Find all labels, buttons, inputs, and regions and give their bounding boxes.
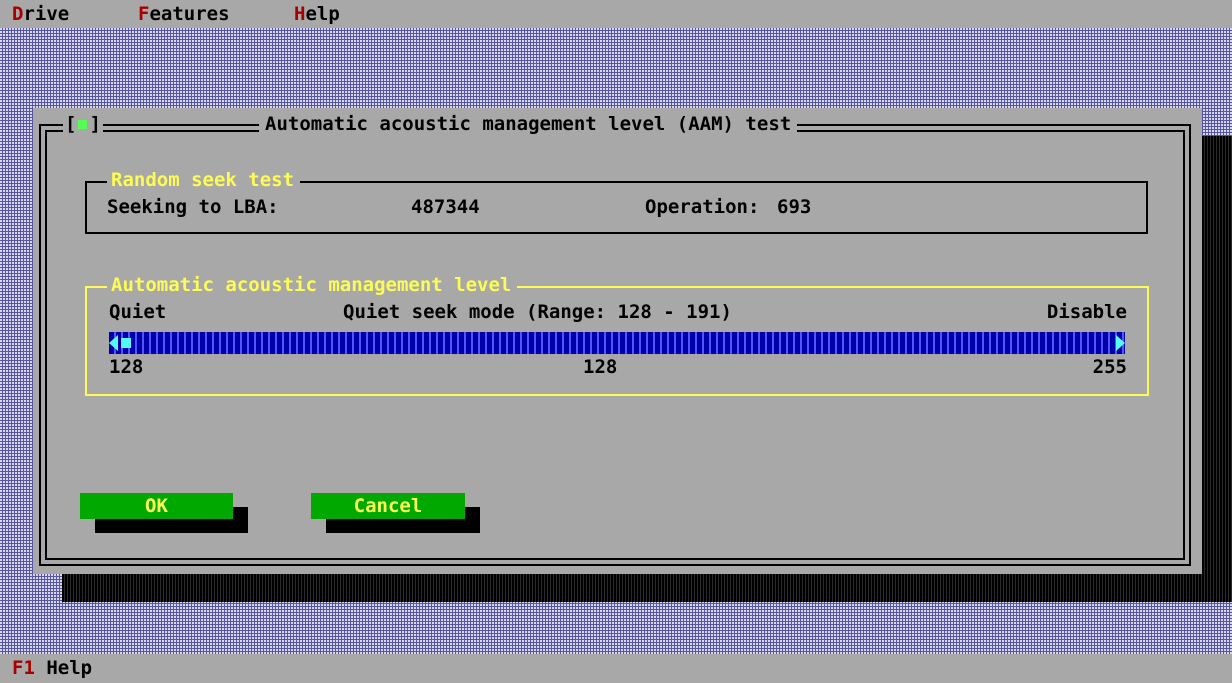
aam-level-slider[interactable]	[109, 332, 1125, 354]
menu-features[interactable]: Features	[138, 3, 230, 25]
aam-test-dialog: [] Automatic acoustic management level (…	[33, 108, 1202, 574]
slider-right-arrow-icon[interactable]	[1116, 335, 1125, 351]
menu-bar: Drive Features Help	[0, 0, 1232, 28]
slider-left-arrow-icon[interactable]	[109, 335, 118, 351]
menu-drive-label: rive	[23, 3, 70, 25]
status-bar: F1 Help	[0, 654, 1232, 683]
menu-drive[interactable]: Drive	[12, 3, 69, 25]
dialog-shadow-bottom	[62, 574, 1232, 602]
slider-thumb[interactable]	[121, 338, 131, 348]
random-seek-group-label: Random seek test	[107, 169, 301, 191]
ok-button[interactable]: OK	[80, 493, 233, 519]
operation-value: 693	[777, 196, 812, 218]
status-help-label: Help	[46, 657, 93, 679]
aam-level-group-label: Automatic acoustic management level	[107, 274, 518, 296]
dialog-close-button[interactable]: []	[63, 113, 103, 135]
operation-label: Operation:	[645, 196, 760, 218]
random-seek-group: Random seek test Seeking to LBA: 487344 …	[85, 169, 1148, 234]
menu-drive-hotkey: D	[12, 3, 24, 25]
aam-level-group: Automatic acoustic management level Quie…	[85, 274, 1149, 396]
close-box-open: [	[65, 113, 77, 135]
seeking-lba-label: Seeking to LBA:	[107, 196, 279, 218]
aam-mode-label: Quiet seek mode (Range: 128 - 191)	[343, 301, 732, 323]
slider-max-value: 255	[1092, 356, 1127, 378]
menu-features-hotkey: F	[138, 3, 150, 25]
dialog-shadow-right	[1202, 136, 1232, 602]
menu-features-label: eatures	[149, 3, 230, 25]
slider-min-value: 128	[109, 356, 144, 378]
slider-current-value: 128	[583, 356, 618, 378]
menu-help[interactable]: Help	[294, 3, 340, 25]
close-icon	[78, 120, 88, 129]
seeking-lba-value: 487344	[411, 196, 480, 218]
close-box-close: ]	[89, 113, 101, 135]
status-help-hotkey: F1	[12, 657, 35, 679]
dialog-title: Automatic acoustic management level (AAM…	[259, 113, 798, 135]
menu-help-label: elp	[305, 3, 340, 25]
disable-label: Disable	[1046, 301, 1127, 323]
cancel-button[interactable]: Cancel	[311, 493, 465, 519]
quiet-label: Quiet	[109, 301, 167, 323]
status-help[interactable]: F1 Help	[12, 657, 92, 679]
menu-help-hotkey: H	[294, 3, 306, 25]
